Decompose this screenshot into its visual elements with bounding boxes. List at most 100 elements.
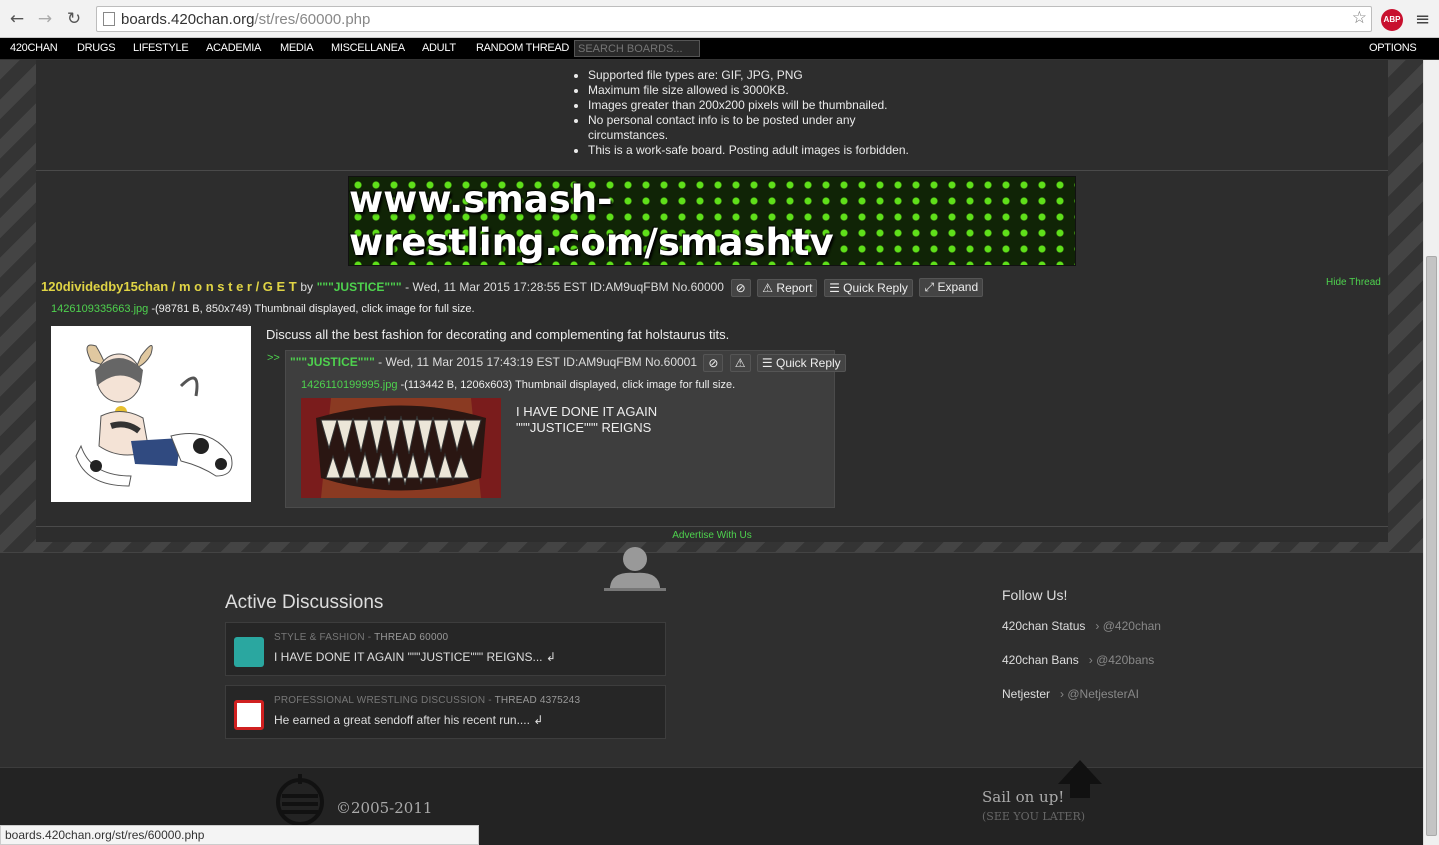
rule-item: This is a work-safe board. Posting adult… xyxy=(588,143,930,158)
reply-post: """JUSTICE""" - Wed, 11 Mar 2015 17:43:1… xyxy=(285,350,846,508)
follow-item[interactable]: 420chan Bans › @420bans xyxy=(1002,653,1154,667)
style-fashion-board-icon xyxy=(234,637,264,667)
back-icon[interactable]: ← xyxy=(6,8,28,30)
follow-name: 420chan Bans xyxy=(1002,653,1079,667)
url-text: boards.420chan.org/st/res/60000.php xyxy=(121,11,370,28)
user-silhouette-icon xyxy=(604,547,666,591)
browser-menu-icon[interactable]: ≡ xyxy=(1415,9,1430,30)
category-name: STYLE & FASHION xyxy=(274,632,365,643)
ban-icon[interactable]: ⊘ xyxy=(730,278,751,297)
site-navbar: 420CHAN DRUGS LIFESTYLE ACADEMIA MEDIA M… xyxy=(0,38,1439,60)
banner-text: www.smash-wrestling.com/smashtv xyxy=(349,178,834,264)
report-button[interactable]: ⚠ Report xyxy=(757,278,818,297)
board-rules: Supported file types are: GIF, JPG, PNG … xyxy=(570,68,930,158)
op-file-details: -(98781 B, 850x749) Thumbnail displayed,… xyxy=(148,303,475,315)
reply-header: """JUSTICE""" - Wed, 11 Mar 2015 17:43:1… xyxy=(290,354,846,372)
nav-options[interactable]: OPTIONS xyxy=(1369,42,1417,54)
browser-toolbar: ← → ↻ boards.420chan.org/st/res/60000.ph… xyxy=(0,0,1439,38)
nav-adult[interactable]: ADULT xyxy=(422,42,456,54)
nav-420chan[interactable]: 420CHAN xyxy=(10,42,58,54)
url-path: /st/res/60000.php xyxy=(254,11,371,28)
expand-icon: ⤢ xyxy=(924,280,935,294)
see-you-later: (SEE YOU LATER) xyxy=(982,810,1086,823)
follow-handle[interactable]: › @NetjesterAI xyxy=(1060,687,1139,701)
thread-container: Supported file types are: GIF, JPG, PNG … xyxy=(36,60,1388,542)
post-subject: 120dividedby15chan / m o n s t e r / G E… xyxy=(41,278,297,294)
quick-reply-button[interactable]: ☰ Quick Reply xyxy=(824,278,913,297)
bookmark-star-icon[interactable]: ☆ xyxy=(1352,8,1367,28)
op-file-link[interactable]: 1426109335663.jpg xyxy=(51,303,148,315)
discussion-text: I HAVE DONE IT AGAIN """JUSTICE""" REIGN… xyxy=(274,650,556,664)
thread-number: THREAD 60000 xyxy=(374,632,449,643)
discussion-text: He earned a great sendoff after his rece… xyxy=(274,713,544,727)
rule-item: Maximum file size allowed is 3000KB. xyxy=(588,83,930,98)
copyright: ©2005-2011 xyxy=(336,799,433,817)
discussion-category: STYLE & FASHION - THREAD 60000 xyxy=(274,632,449,643)
discussion-item[interactable]: PROFESSIONAL WRESTLING DISCUSSION - THRE… xyxy=(225,685,666,739)
follow-name: 420chan Status xyxy=(1002,619,1086,633)
expand-label: Expand xyxy=(937,280,979,294)
nav-academia[interactable]: ACADEMIA xyxy=(206,42,261,54)
poster-name: """JUSTICE""" xyxy=(316,279,402,294)
page-icon xyxy=(103,12,115,26)
teeth-image xyxy=(301,398,501,498)
sail-up-link[interactable]: Sail on up! xyxy=(982,788,1064,806)
nav-miscellanea[interactable]: MISCELLANEA xyxy=(331,42,405,54)
nav-lifestyle[interactable]: LIFESTYLE xyxy=(133,42,189,54)
reply-message-line: I HAVE DONE IT AGAIN xyxy=(516,404,658,419)
reply-file-info: 1426110199995.jpg -(113442 B, 1206x603) … xyxy=(301,379,735,391)
status-bar: boards.420chan.org/st/res/60000.php xyxy=(0,825,479,845)
discussion-item[interactable]: STYLE & FASHION - THREAD 60000 I HAVE DO… xyxy=(225,622,666,676)
follow-handle[interactable]: › @420chan xyxy=(1095,619,1161,633)
report-label: Report xyxy=(776,280,813,295)
warning-icon: ⚠ xyxy=(762,280,774,295)
active-discussions-title: Active Discussions xyxy=(225,592,384,613)
wrestling-board-icon xyxy=(234,700,264,730)
ad-banner[interactable]: www.smash-wrestling.com/smashtv xyxy=(348,176,1076,266)
reply-quick-reply-label: Quick Reply xyxy=(775,356,841,370)
address-bar[interactable]: boards.420chan.org/st/res/60000.php ☆ xyxy=(96,6,1372,32)
post-meta[interactable]: - Wed, 11 Mar 2015 17:28:55 EST ID:AM9uq… xyxy=(405,280,724,294)
expand-button[interactable]: ⤢ Expand xyxy=(919,278,984,297)
divider xyxy=(36,170,1388,171)
op-post-header: 120dividedby15chan / m o n s t e r / G E… xyxy=(41,278,984,297)
scrollbar-thumb[interactable] xyxy=(1426,256,1437,836)
nav-media[interactable]: MEDIA xyxy=(280,42,314,54)
op-thumbnail[interactable] xyxy=(51,326,251,502)
quick-reply-label: Quick Reply xyxy=(843,280,908,295)
reply-message-line: """JUSTICE""" REIGNS xyxy=(516,420,652,435)
rule-item: Supported file types are: GIF, JPG, PNG xyxy=(588,68,930,83)
by-label: by xyxy=(300,279,314,294)
hide-thread-link[interactable]: Hide Thread xyxy=(1326,277,1381,288)
follow-item[interactable]: Netjester › @NetjesterAI xyxy=(1002,687,1139,701)
follow-item[interactable]: 420chan Status › @420chan xyxy=(1002,619,1161,633)
reply-meta[interactable]: - Wed, 11 Mar 2015 17:43:19 EST ID:AM9uq… xyxy=(378,355,697,369)
reply-file-details: -(113442 B, 1206x603) Thumbnail displaye… xyxy=(397,379,736,391)
report-warning-icon[interactable]: ⚠ xyxy=(729,354,751,372)
site-footer: Active Discussions STYLE & FASHION - THR… xyxy=(0,547,1423,767)
follow-handle[interactable]: › @420bans xyxy=(1089,653,1155,667)
reply-poster-name: """JUSTICE""" xyxy=(290,355,375,370)
thread-number: THREAD 4375243 xyxy=(494,695,581,706)
nav-drugs[interactable]: DRUGS xyxy=(77,42,116,54)
page-scrollbar[interactable] xyxy=(1423,60,1439,845)
reply-thumbnail[interactable] xyxy=(301,398,501,498)
reply-file-link[interactable]: 1426110199995.jpg xyxy=(301,379,397,391)
adblock-icon[interactable]: ABP xyxy=(1381,9,1403,31)
reply-quick-reply-button[interactable]: ☰ Quick Reply xyxy=(756,354,846,372)
ban-icon[interactable]: ⊘ xyxy=(703,354,724,372)
comment-icon: ☰ xyxy=(761,356,773,370)
advertise-link[interactable]: Advertise With Us xyxy=(36,530,1388,541)
comment-icon: ☰ xyxy=(829,280,840,295)
reload-icon[interactable]: ↻ xyxy=(63,8,85,30)
rule-item: No personal contact info is to be posted… xyxy=(588,113,930,143)
follow-us-title: Follow Us! xyxy=(1002,587,1068,603)
420chan-logo-icon xyxy=(276,774,324,826)
nav-random-thread[interactable]: RANDOM THREAD xyxy=(476,42,569,54)
op-message: Discuss all the best fashion for decorat… xyxy=(266,327,730,342)
rule-item: Images greater than 200x200 pixels will … xyxy=(588,98,930,113)
divider xyxy=(36,526,1388,527)
search-boards-input[interactable] xyxy=(574,40,700,57)
forward-icon[interactable]: → xyxy=(34,8,56,30)
category-name: PROFESSIONAL WRESTLING DISCUSSION xyxy=(274,695,486,706)
